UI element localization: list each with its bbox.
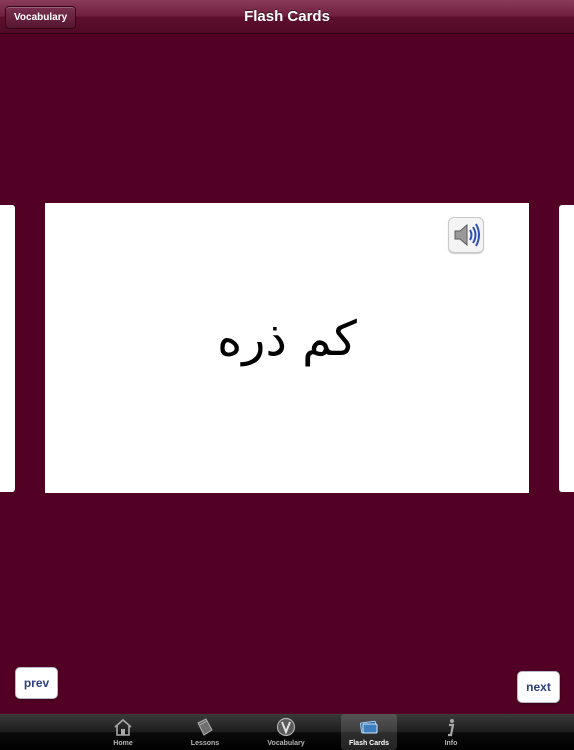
tab-label: Home xyxy=(113,740,133,747)
tab-label: Flash Cards xyxy=(348,740,390,747)
tab-label: Lessons xyxy=(190,740,220,747)
tab-flash-cards[interactable]: Flash Cards xyxy=(341,714,397,750)
vocabulary-icon xyxy=(276,717,296,737)
info-icon xyxy=(448,719,455,737)
tab-label: Info xyxy=(444,740,458,747)
flash-card[interactable]: کم ذره xyxy=(45,203,529,493)
home-icon xyxy=(114,718,132,736)
previous-card-peek[interactable] xyxy=(0,205,15,492)
flashcards-icon xyxy=(360,720,378,734)
next-button[interactable]: next xyxy=(517,671,560,703)
navigation-bar: Vocabulary Flash Cards xyxy=(0,0,574,34)
speaker-icon[interactable] xyxy=(448,217,484,253)
flash-card-word: کم ذره xyxy=(217,311,357,367)
tab-lessons[interactable]: Lessons xyxy=(177,714,233,750)
next-card-peek[interactable] xyxy=(559,205,574,492)
prev-button[interactable]: prev xyxy=(15,667,58,699)
tab-home[interactable]: Home xyxy=(95,714,151,750)
page-title: Flash Cards xyxy=(244,8,330,25)
tab-info[interactable]: Info xyxy=(423,714,479,750)
tab-bar: Home Lessons Vocabulary Flash Cards Info xyxy=(0,714,574,750)
tab-vocabulary[interactable]: Vocabulary xyxy=(258,714,314,750)
book-icon xyxy=(197,718,213,736)
tab-label: Vocabulary xyxy=(267,740,305,747)
